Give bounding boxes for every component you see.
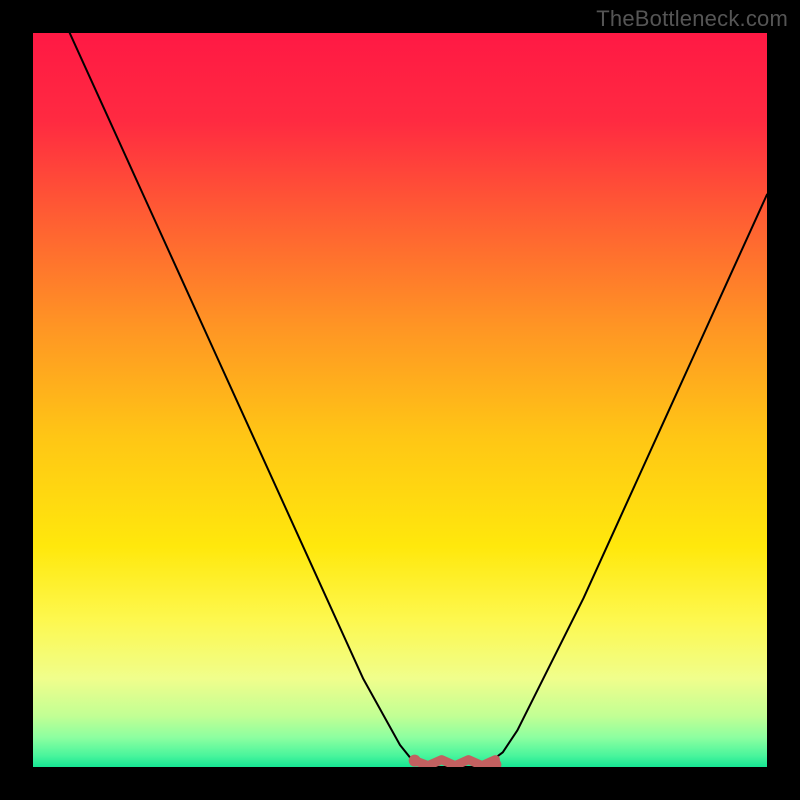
watermark-text: TheBottleneck.com bbox=[596, 6, 788, 32]
trough-marker-dot-left bbox=[409, 755, 421, 767]
curve-layer bbox=[33, 33, 767, 767]
plot-area bbox=[33, 33, 767, 767]
trough-marker bbox=[415, 760, 496, 766]
bottleneck-curve bbox=[70, 33, 767, 767]
stage: TheBottleneck.com bbox=[0, 0, 800, 800]
